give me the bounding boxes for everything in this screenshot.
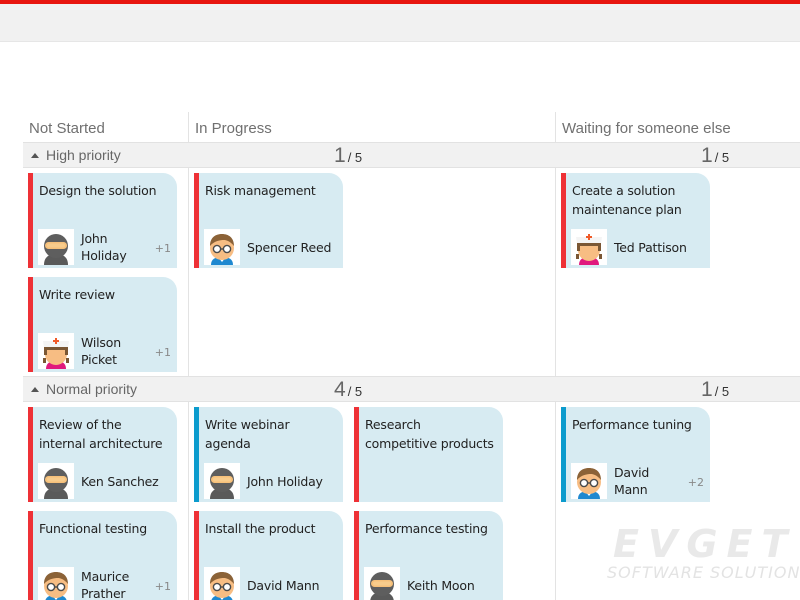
wip-limit: / 5: [714, 150, 730, 165]
card-title: Risk management: [205, 183, 316, 198]
nurse-avatar: [38, 333, 74, 369]
wip-limit: / 5: [347, 150, 363, 165]
swimlane-header-normal-priority[interactable]: Normal priority 4/ 5 1/ 5: [23, 376, 800, 402]
swimlane-toggle[interactable]: High priority: [31, 143, 121, 168]
task-card[interactable]: Design the solution John Holiday +1: [28, 173, 177, 268]
card-assignee[interactable]: Maurice Prather: [81, 567, 151, 600]
card-title: Create a solution maintenance plan: [572, 183, 682, 217]
wip-limit: / 5: [714, 384, 730, 399]
ninja-avatar: [204, 463, 240, 499]
column-header-waiting[interactable]: Waiting for someone else: [556, 112, 731, 142]
wip-limit: / 5: [347, 384, 363, 399]
card-title: Design the solution: [39, 183, 157, 198]
card-title: Write review: [39, 287, 115, 302]
task-card[interactable]: Write webinar agenda John Holiday: [194, 407, 343, 502]
card-assignee[interactable]: Wilson Picket: [81, 333, 151, 369]
task-card[interactable]: Create a solution maintenance plan Ted P…: [561, 173, 710, 268]
column-header-in-progress[interactable]: In Progress: [189, 112, 272, 142]
wip-count-waiting: 1/ 5: [701, 143, 729, 171]
chevron-up-icon: [31, 152, 39, 158]
card-title: Performance tuning: [572, 417, 692, 432]
column-divider: [555, 112, 556, 600]
extra-assignees-count[interactable]: +1: [155, 242, 171, 255]
task-card[interactable]: Functional testing Maurice Prather +1: [28, 511, 177, 600]
extra-assignees-count[interactable]: +1: [155, 346, 171, 359]
card-assignee[interactable]: Keith Moon: [407, 567, 502, 600]
glasses-boy-avatar: [38, 567, 74, 600]
toolbar: [0, 4, 800, 42]
column-header-not-started[interactable]: Not Started: [23, 112, 105, 142]
task-card[interactable]: Research competitive products: [354, 407, 503, 502]
swimlane-header-high-priority[interactable]: High priority 1/ 5 1/ 5: [23, 142, 800, 168]
glasses-boy-avatar: [204, 229, 240, 265]
card-assignee[interactable]: John Holiday: [247, 463, 342, 499]
ninja-avatar: [364, 567, 400, 600]
swimlane-label: Normal priority: [46, 381, 138, 397]
card-title: Performance testing: [365, 521, 488, 536]
card-assignee[interactable]: Ken Sanchez: [81, 463, 176, 499]
wip-count-in-progress: 4/ 5: [334, 377, 362, 405]
card-title: Research competitive products: [365, 417, 494, 451]
card-assignee[interactable]: David Mann: [247, 567, 342, 600]
card-assignee[interactable]: Spencer Reed: [247, 229, 342, 265]
swimlane-label: High priority: [46, 147, 121, 163]
card-assignee[interactable]: Ted Pattison: [614, 229, 709, 265]
swimlane-toggle[interactable]: Normal priority: [31, 377, 137, 402]
wip-current: 1: [701, 144, 713, 167]
kanban-board: Not Started In Progress Waiting for some…: [23, 112, 800, 600]
task-card[interactable]: Write review Wilson Picket +1: [28, 277, 177, 372]
glasses-boy-avatar: [571, 463, 607, 499]
task-card[interactable]: Performance tuning David Mann +2: [561, 407, 710, 502]
extra-assignees-count[interactable]: +2: [688, 476, 704, 489]
card-assignee[interactable]: John Holiday: [81, 229, 151, 265]
glasses-boy-avatar: [204, 567, 240, 600]
column-headers: Not Started In Progress Waiting for some…: [23, 112, 800, 142]
wip-current: 1: [701, 378, 713, 401]
nurse-avatar: [571, 229, 607, 265]
wip-count-in-progress: 1/ 5: [334, 143, 362, 171]
extra-assignees-count[interactable]: +1: [155, 580, 171, 593]
ninja-avatar: [38, 463, 74, 499]
task-card[interactable]: Review of the internal architecture Ken …: [28, 407, 177, 502]
card-title: Functional testing: [39, 521, 148, 536]
chevron-up-icon: [31, 386, 39, 392]
task-card[interactable]: Install the product David Mann: [194, 511, 343, 600]
card-title: Write webinar agenda: [205, 417, 290, 451]
wip-current: 1: [334, 144, 346, 167]
card-title: Review of the internal architecture: [39, 417, 163, 451]
card-assignee[interactable]: David Mann: [614, 463, 684, 499]
task-card[interactable]: Risk management Spencer Reed: [194, 173, 343, 268]
card-title: Install the product: [205, 521, 316, 536]
ninja-avatar: [38, 229, 74, 265]
wip-count-waiting: 1/ 5: [701, 377, 729, 405]
wip-current: 4: [334, 378, 346, 401]
task-card[interactable]: Performance testing Keith Moon: [354, 511, 503, 600]
column-divider: [188, 112, 189, 600]
